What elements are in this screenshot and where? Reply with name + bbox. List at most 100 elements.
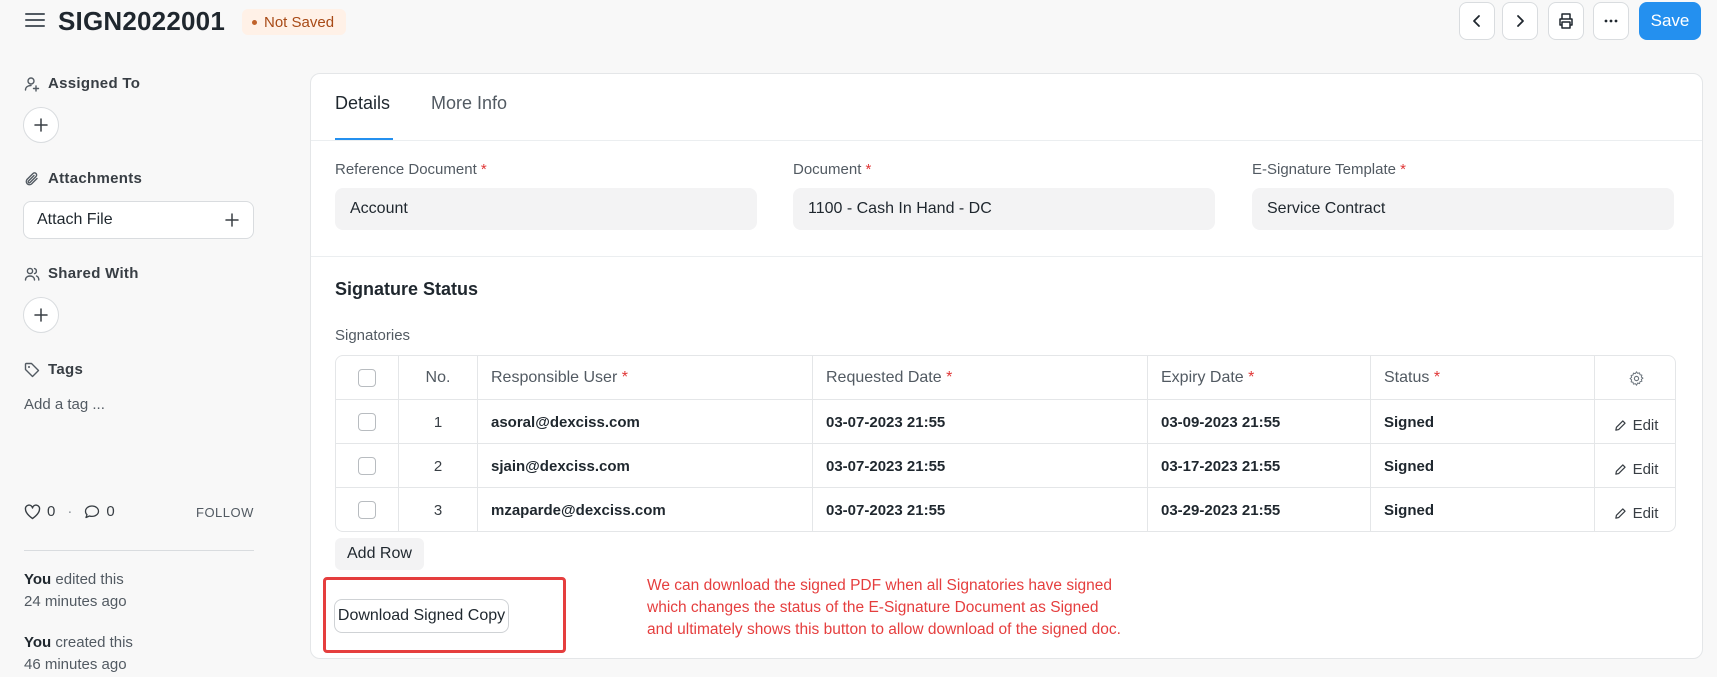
edit-row-button[interactable]: Edit bbox=[1614, 505, 1658, 522]
printer-icon bbox=[1559, 13, 1573, 29]
column-settings-button[interactable] bbox=[1595, 356, 1675, 400]
expiry-date-cell[interactable]: 03-17-2023 21:55 bbox=[1148, 444, 1371, 488]
activity-item: You edited this 24 minutes ago bbox=[24, 569, 127, 613]
annotation-line: which changes the status of the E-Signat… bbox=[647, 599, 1099, 616]
column-header-requested: Requested Date * bbox=[813, 356, 1148, 400]
table-row[interactable]: 2 sjain@dexciss.com 03-07-2023 21:55 03-… bbox=[336, 444, 1675, 488]
activity-action: edited this bbox=[55, 571, 124, 588]
chevron-right-icon bbox=[1517, 15, 1524, 27]
row-number: 1 bbox=[399, 400, 478, 444]
section-divider bbox=[311, 256, 1702, 257]
reference-document-field[interactable]: Account bbox=[335, 188, 757, 230]
paperclip-icon bbox=[25, 171, 38, 185]
gear-icon bbox=[1629, 370, 1643, 386]
previous-doc-button[interactable] bbox=[1459, 2, 1495, 40]
tab-details[interactable]: Details bbox=[335, 93, 390, 114]
expiry-date-cell[interactable]: 03-29-2023 21:55 bbox=[1148, 488, 1371, 531]
row-number: 3 bbox=[399, 488, 478, 531]
responsible-user-cell[interactable]: sjain@dexciss.com bbox=[478, 444, 813, 488]
activity-actor: You bbox=[24, 571, 52, 588]
status-badge-label: Not Saved bbox=[264, 13, 335, 31]
edit-row-button[interactable]: Edit bbox=[1614, 461, 1658, 478]
section-title: Signature Status bbox=[335, 279, 479, 299]
row-checkbox[interactable] bbox=[358, 501, 376, 519]
column-header-status: Status * bbox=[1371, 356, 1595, 400]
annotation-note: We can download the signed PDF when all … bbox=[647, 575, 1121, 641]
comment-icon[interactable] bbox=[84, 504, 100, 520]
stats-separator: · bbox=[67, 503, 73, 520]
status-badge: Not Saved bbox=[242, 9, 347, 35]
reference-document-label: Reference Document * bbox=[335, 161, 487, 178]
activity-action: created this bbox=[55, 634, 133, 651]
pencil-icon bbox=[1614, 463, 1626, 475]
likes-count: 0 bbox=[47, 503, 56, 520]
row-checkbox[interactable] bbox=[358, 457, 376, 475]
follow-button[interactable]: FOLLOW bbox=[196, 505, 254, 520]
tags-label: Tags bbox=[48, 361, 84, 378]
attach-file-button[interactable]: Attach File bbox=[23, 201, 254, 239]
table-row[interactable]: 1 asoral@dexciss.com 03-07-2023 21:55 03… bbox=[336, 400, 1675, 444]
sidebar-toggle-icon[interactable] bbox=[24, 11, 48, 31]
chevron-left-icon bbox=[1473, 15, 1480, 27]
annotation-line: and ultimately shows this button to allo… bbox=[647, 621, 1121, 638]
activity-time: 24 minutes ago bbox=[24, 593, 127, 610]
shared-with-label: Shared With bbox=[48, 265, 139, 282]
column-header-no: No. bbox=[399, 356, 478, 400]
responsible-user-cell[interactable]: asoral@dexciss.com bbox=[478, 400, 813, 444]
assigned-to-heading: Assigned To bbox=[24, 75, 140, 92]
status-dot-icon bbox=[252, 19, 257, 25]
plus-icon bbox=[34, 308, 48, 322]
annotation-line: We can download the signed PDF when all … bbox=[647, 577, 1112, 594]
requested-date-cell[interactable]: 03-07-2023 21:55 bbox=[813, 400, 1148, 444]
template-label: E-Signature Template * bbox=[1252, 161, 1406, 178]
column-header-expiry: Expiry Date * bbox=[1148, 356, 1371, 400]
pencil-icon bbox=[1614, 419, 1626, 431]
add-share-button[interactable] bbox=[23, 297, 59, 333]
select-all-checkbox[interactable] bbox=[358, 369, 376, 387]
activity-actor: You bbox=[24, 634, 52, 651]
expiry-date-cell[interactable]: 03-09-2023 21:55 bbox=[1148, 400, 1371, 444]
page-title: SIGN2022001 bbox=[58, 6, 225, 36]
table-header: No. Responsible User * Requested Date * … bbox=[336, 356, 1675, 400]
status-cell[interactable]: Signed bbox=[1371, 444, 1595, 488]
print-button[interactable] bbox=[1548, 2, 1584, 40]
users-icon bbox=[24, 267, 40, 281]
requested-date-cell[interactable]: 03-07-2023 21:55 bbox=[813, 488, 1148, 531]
document-label: Document * bbox=[793, 161, 872, 178]
row-checkbox[interactable] bbox=[358, 413, 376, 431]
heart-icon[interactable] bbox=[24, 503, 41, 520]
attachments-heading: Attachments bbox=[24, 170, 142, 187]
status-cell[interactable]: Signed bbox=[1371, 488, 1595, 531]
download-signed-copy-button[interactable]: Download Signed Copy bbox=[334, 599, 509, 633]
plus-icon bbox=[225, 213, 239, 227]
tag-icon bbox=[24, 362, 40, 377]
signatories-table: No. Responsible User * Requested Date * … bbox=[335, 355, 1676, 532]
template-field[interactable]: Service Contract bbox=[1252, 188, 1674, 230]
add-assignee-button[interactable] bbox=[23, 107, 59, 143]
row-number: 2 bbox=[399, 444, 478, 488]
next-doc-button[interactable] bbox=[1502, 2, 1538, 40]
add-tag-input[interactable]: Add a tag ... bbox=[24, 396, 105, 413]
activity-item: You created this 46 minutes ago bbox=[24, 632, 133, 676]
shared-with-heading: Shared With bbox=[24, 265, 139, 282]
save-button[interactable]: Save bbox=[1639, 2, 1701, 40]
table-row[interactable]: 3 mzaparde@dexciss.com 03-07-2023 21:55 … bbox=[336, 488, 1675, 531]
signatories-label: Signatories bbox=[335, 327, 411, 344]
column-header-user: Responsible User * bbox=[478, 356, 813, 400]
tabs-divider bbox=[311, 140, 1702, 141]
tags-heading: Tags bbox=[24, 361, 83, 378]
comments-count: 0 bbox=[106, 503, 115, 520]
activity-time: 46 minutes ago bbox=[24, 656, 127, 673]
engagement-stats: 0 · 0 bbox=[24, 503, 115, 520]
edit-row-button[interactable]: Edit bbox=[1614, 417, 1658, 434]
add-row-button[interactable]: Add Row bbox=[335, 538, 424, 570]
more-actions-button[interactable] bbox=[1593, 2, 1629, 40]
attachments-label: Attachments bbox=[48, 170, 143, 187]
responsible-user-cell[interactable]: mzaparde@dexciss.com bbox=[478, 488, 813, 531]
status-cell[interactable]: Signed bbox=[1371, 400, 1595, 444]
document-field[interactable]: 1100 - Cash In Hand - DC bbox=[793, 188, 1215, 230]
pencil-icon bbox=[1614, 507, 1626, 519]
sidebar-divider bbox=[24, 550, 254, 551]
requested-date-cell[interactable]: 03-07-2023 21:55 bbox=[813, 444, 1148, 488]
tab-more-info[interactable]: More Info bbox=[431, 93, 507, 114]
